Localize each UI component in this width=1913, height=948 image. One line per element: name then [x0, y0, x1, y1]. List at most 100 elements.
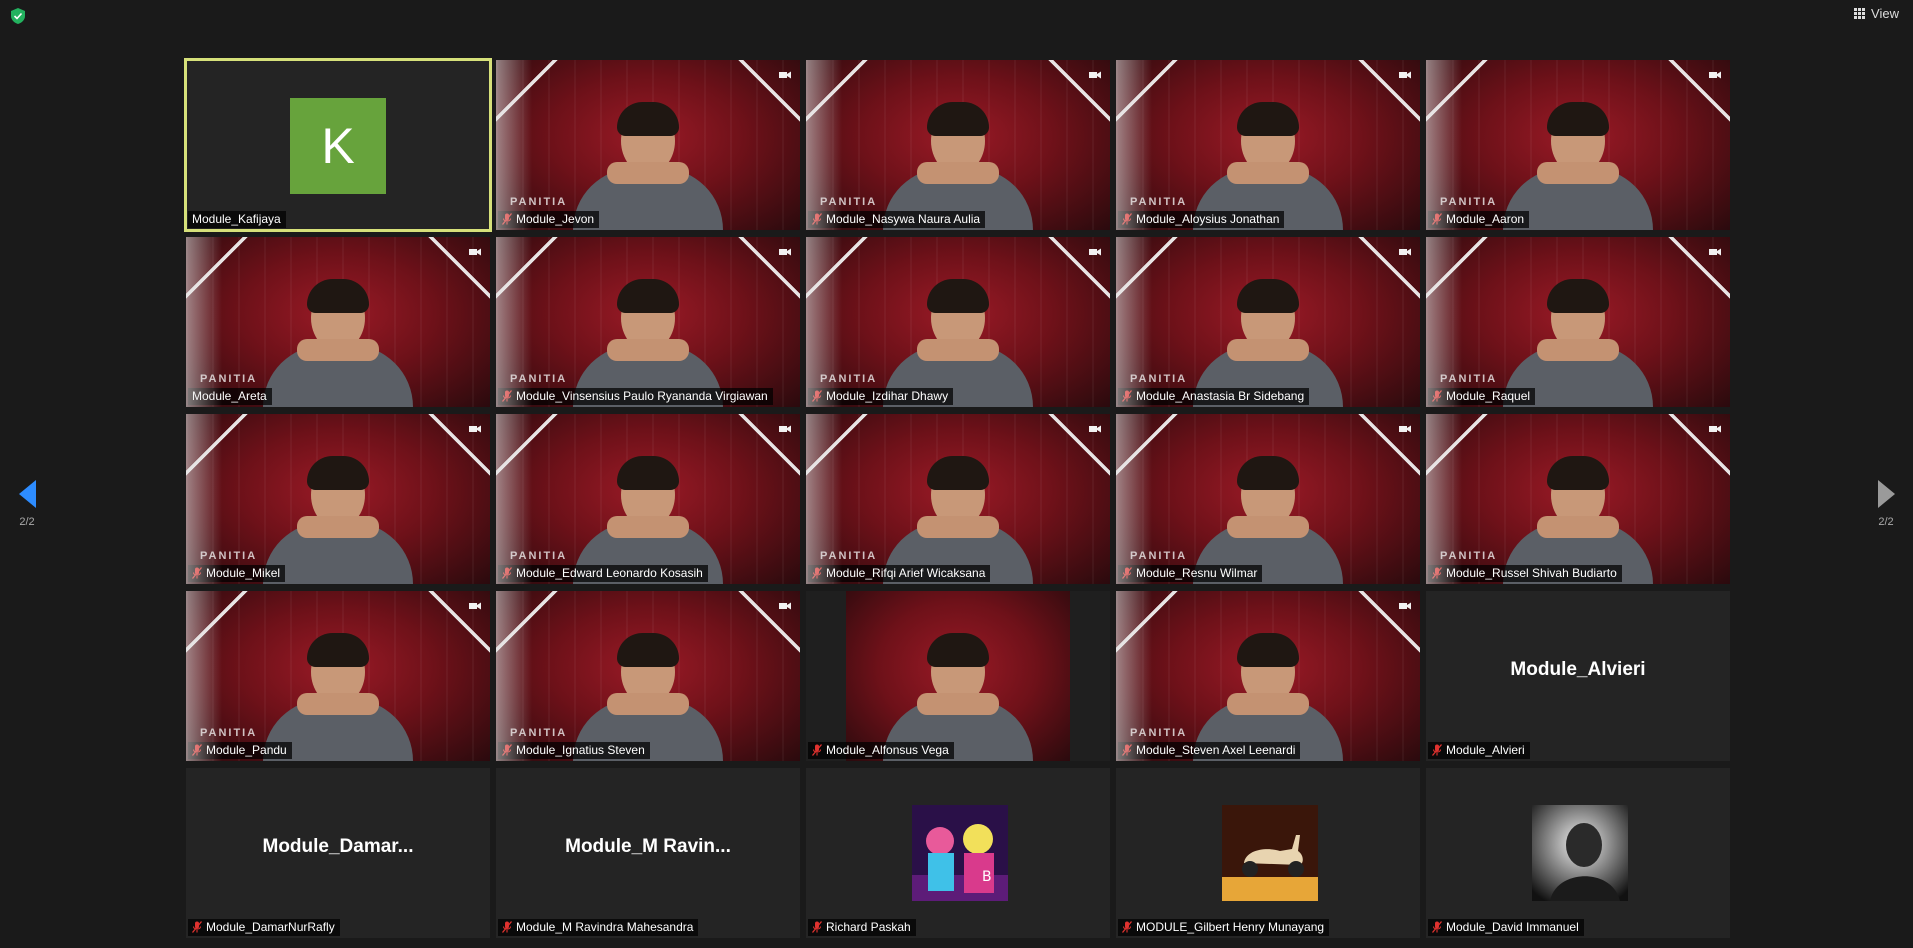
participant-video [883, 257, 1033, 407]
participant-tile-module-areta[interactable]: PANITIA Module_Areta [186, 237, 490, 407]
participant-name: Module_Mikel [206, 566, 281, 580]
participant-tile-module-m-ravindra-mahesandra[interactable]: Module_M Ravin... Module_M Ravindra Mahes… [496, 768, 800, 938]
participant-tile-module-rifqi-arief-wicaksana[interactable]: PANITIA Module_Rifqi Arief Wicaksana [806, 414, 1110, 584]
participant-tile-module-ignatius-steven[interactable]: PANITIA Module_Ignatius Steven [496, 591, 800, 761]
participant-name-tag: Module_Pandu [188, 742, 292, 759]
camera-icon [778, 244, 792, 256]
participant-tile-module-steven-axel-leenardi[interactable]: PANITIA Module_Steven Axel Leenardi [1116, 591, 1420, 761]
participant-video [573, 80, 723, 230]
muted-mic-icon [501, 921, 513, 933]
participant-tile-module-pandu[interactable]: PANITIA Module_Pandu [186, 591, 490, 761]
participant-name: Module_Aaron [1446, 212, 1525, 226]
panitia-overlay-text: PANITIA [1130, 727, 1188, 739]
participant-tile-module-anastasia-br-sidebang[interactable]: PANITIA Module_Anastasia Br Sidebang [1116, 237, 1420, 407]
participant-tile-richard-paskah[interactable]: B Richard Paskah [806, 768, 1110, 938]
participant-tile-module-aaron[interactable]: PANITIA Module_Aaron [1426, 60, 1730, 230]
panitia-overlay-text: PANITIA [200, 727, 258, 739]
participant-name: Module_Aloysius Jonathan [1136, 212, 1280, 226]
participant-tile-module-raquel[interactable]: PANITIA Module_Raquel [1426, 237, 1730, 407]
participant-tile-module-vinsensius-paulo-ryananda-virgiawan[interactable]: PANITIA Module_Vinsensius Paulo Ryananda … [496, 237, 800, 407]
participant-tile-module-resnu-wilmar[interactable]: PANITIA Module_Resnu Wilmar [1116, 414, 1420, 584]
participant-name-tag: Module_Areta [188, 388, 272, 405]
participant-video [263, 434, 413, 584]
muted-mic-icon [1121, 567, 1133, 579]
participant-tile-module-david-immanuel[interactable]: Module_David Immanuel [1426, 768, 1730, 938]
participant-video [1503, 434, 1653, 584]
participant-name: Module_DamarNurRafly [206, 920, 335, 934]
participant-video [263, 611, 413, 761]
participant-name-tag: Richard Paskah [808, 919, 916, 936]
participant-name: Module_Raquel [1446, 389, 1531, 403]
muted-mic-icon [811, 921, 823, 933]
next-page-button[interactable]: 2/2 [1866, 480, 1906, 528]
muted-mic-icon [1431, 213, 1443, 225]
participant-name-tag: Module_Kafijaya [188, 211, 286, 228]
muted-mic-icon [811, 567, 823, 579]
view-label: View [1871, 6, 1899, 21]
participant-name: Module_Kafijaya [192, 212, 281, 226]
participant-tile-module-izdihar-dhawy[interactable]: PANITIA Module_Izdihar Dhawy [806, 237, 1110, 407]
participant-name-tag: Module_Raquel [1428, 388, 1536, 405]
muted-mic-icon [1431, 744, 1443, 756]
camera-icon [778, 598, 792, 610]
participant-video [263, 257, 413, 407]
muted-mic-icon [191, 567, 203, 579]
muted-mic-icon [811, 213, 823, 225]
participant-tile-module-alvieri[interactable]: Module_Alvieri Module_Alvieri [1426, 591, 1730, 761]
participant-name-tag: Module_M Ravindra Mahesandra [498, 919, 699, 936]
participant-tile-module-edward-leonardo-kosasih[interactable]: PANITIA Module_Edward Leonardo Kosasih [496, 414, 800, 584]
view-button[interactable]: View [1854, 6, 1899, 21]
participant-name-tag: Module_Vinsensius Paulo Ryananda Virgiaw… [498, 388, 773, 405]
camera-icon [1398, 421, 1412, 433]
previous-page-button[interactable]: 2/2 [7, 480, 47, 528]
participant-tile-module-russel-shivah-budiarto[interactable]: PANITIA Module_Russel Shivah Budiarto [1426, 414, 1730, 584]
participant-name-tag: Module_Rifqi Arief Wicaksana [808, 565, 991, 582]
participant-tile-module-alfonsus-vega[interactable]: Module_Alfonsus Vega [806, 591, 1110, 761]
participant-tile-module-nasywa-naura-aulia[interactable]: PANITIA Module_Nasywa Naura Aulia [806, 60, 1110, 230]
participant-tile-module-damarnurrafly[interactable]: Module_Damar... Module_DamarNurRafly [186, 768, 490, 938]
participant-name: Richard Paskah [826, 920, 911, 934]
panitia-overlay-text: PANITIA [510, 727, 568, 739]
participant-name-tag: Module_Alvieri [1428, 742, 1530, 759]
panitia-overlay-text: PANITIA [1440, 373, 1498, 385]
avatar: K [290, 98, 386, 194]
camera-icon [1708, 421, 1722, 433]
participant-name: Module_Pandu [206, 743, 287, 757]
participant-tile-module-jevon[interactable]: PANITIA Module_Jevon [496, 60, 800, 230]
participant-name-tag: Module_Aloysius Jonathan [1118, 211, 1285, 228]
camera-icon [1398, 598, 1412, 610]
page-indicator-left: 2/2 [19, 516, 35, 528]
profile-picture: B [912, 805, 1008, 901]
participant-video [883, 80, 1033, 230]
panitia-overlay-text: PANITIA [820, 550, 878, 562]
svg-text:B: B [982, 869, 992, 885]
participant-name: Module_Ignatius Steven [516, 743, 645, 757]
participant-name: Module_Alfonsus Vega [826, 743, 949, 757]
participant-name-tag: Module_Mikel [188, 565, 286, 582]
muted-mic-icon [191, 921, 203, 933]
muted-mic-icon [1121, 390, 1133, 402]
camera-icon [1398, 244, 1412, 256]
security-shield-icon[interactable] [11, 8, 25, 24]
participant-tile-module-kafijaya[interactable]: K Module_Kafijaya [184, 58, 492, 232]
participant-display-name: Module_M Ravin... [565, 836, 731, 857]
participant-name: Module_Russel Shivah Budiarto [1446, 566, 1617, 580]
participant-tile-module-gilbert-henry-munayang[interactable]: MODULE_Gilbert Henry Munayang [1116, 768, 1420, 938]
muted-mic-icon [1431, 921, 1443, 933]
muted-mic-icon [501, 744, 513, 756]
page-indicator-right: 2/2 [1878, 516, 1894, 528]
right-arrow-icon [1877, 480, 1895, 508]
participant-tile-module-aloysius-jonathan[interactable]: PANITIA Module_Aloysius Jonathan [1116, 60, 1420, 230]
panitia-overlay-text: PANITIA [1440, 550, 1498, 562]
muted-mic-icon [501, 390, 513, 402]
participant-tile-module-mikel[interactable]: PANITIA Module_Mikel [186, 414, 490, 584]
panitia-overlay-text: PANITIA [820, 196, 878, 208]
participant-video [573, 257, 723, 407]
participant-name-tag: Module_Edward Leonardo Kosasih [498, 565, 708, 582]
panitia-overlay-text: PANITIA [820, 373, 878, 385]
participant-name-tag: Module_Russel Shivah Budiarto [1428, 565, 1622, 582]
muted-mic-icon [1431, 390, 1443, 402]
panitia-overlay-text: PANITIA [510, 196, 568, 208]
participant-name-tag: MODULE_Gilbert Henry Munayang [1118, 919, 1330, 936]
panitia-overlay-text: PANITIA [1130, 550, 1188, 562]
